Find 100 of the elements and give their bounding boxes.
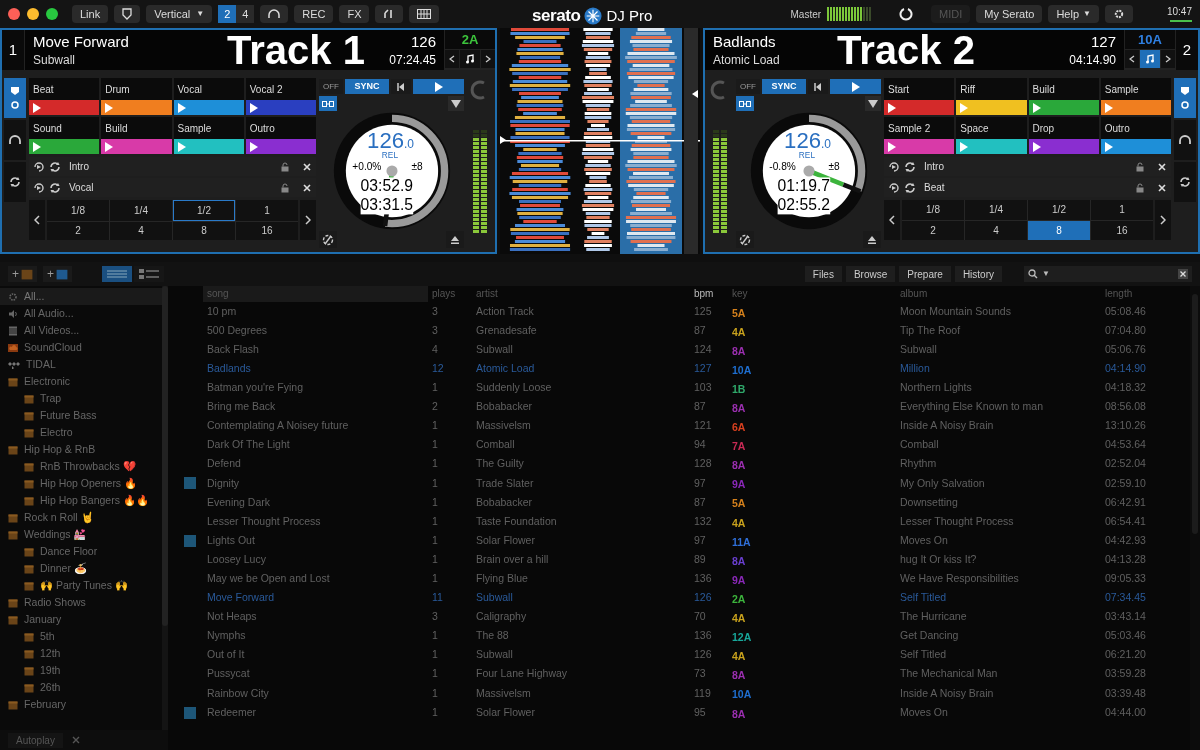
cue-pad[interactable] [29, 100, 100, 115]
loop-size-button[interactable]: 16 [236, 221, 298, 240]
sync-off-button[interactable]: OFF [736, 79, 760, 94]
loop-size-button[interactable]: 1/2 [173, 200, 235, 221]
crate-item[interactable]: TIDAL [0, 356, 162, 373]
sync-button[interactable]: SYNC [345, 79, 389, 94]
crate-item[interactable]: 19th [0, 662, 162, 679]
loop-size-button[interactable]: 16 [1091, 220, 1153, 240]
loop-size-button[interactable]: 1 [236, 200, 298, 221]
cue-pad[interactable] [101, 139, 172, 154]
chevron-left-icon[interactable] [1125, 50, 1139, 68]
add-smart-crate-button[interactable]: + [43, 266, 73, 282]
crate-item[interactable]: All Videos... [0, 322, 162, 339]
list-view-button[interactable] [102, 266, 133, 282]
headphones-cue-button[interactable] [1174, 120, 1196, 160]
crate-item[interactable]: 12th [0, 645, 162, 662]
filter-button[interactable] [448, 96, 464, 111]
crate-item[interactable]: 26th [0, 679, 162, 696]
loop-size-button[interactable]: 1/8 [902, 200, 964, 220]
loop-play-icon[interactable] [888, 181, 900, 194]
crate-item[interactable]: Trap [0, 390, 162, 407]
crate-item[interactable]: Hip Hop & RnB [0, 441, 162, 458]
library-tab[interactable]: Files [804, 266, 842, 282]
crate-item[interactable]: Dance Floor [0, 543, 162, 560]
key-lock-button[interactable] [460, 50, 480, 68]
next-size-button[interactable] [1155, 200, 1171, 240]
crate-item[interactable]: Hip Hop Openers 🔥 [0, 475, 162, 492]
library-tab[interactable]: Prepare [899, 266, 951, 282]
crate-item[interactable]: All... [0, 288, 162, 305]
loop-size-button[interactable]: 1/4 [965, 200, 1027, 220]
shield-button[interactable] [114, 5, 141, 23]
headphones-cue-button[interactable] [4, 120, 26, 160]
scrollbar[interactable] [162, 286, 168, 730]
chevron-left-icon[interactable] [445, 50, 459, 68]
cue-mode-button[interactable] [4, 78, 26, 118]
sampler-button[interactable] [375, 5, 404, 23]
crate-item[interactable]: Dinner 🍝 [0, 560, 162, 577]
chevron-right-icon[interactable] [1161, 50, 1175, 68]
loop-size-button[interactable]: 1/8 [47, 200, 109, 221]
deck-count-button[interactable]: 2 [218, 5, 237, 23]
zoom-button[interactable] [46, 8, 58, 20]
loop-play-icon[interactable] [888, 160, 900, 173]
loop-size-button[interactable]: 4 [965, 220, 1027, 240]
cue-mode-button[interactable] [1174, 78, 1196, 118]
crate-item[interactable]: Weddings 💒 [0, 526, 162, 543]
loop-mode-button[interactable] [1174, 162, 1196, 202]
crate-item[interactable]: Electronic [0, 373, 162, 390]
power-icon[interactable] [899, 7, 914, 21]
crate-item[interactable]: SoundCloud [0, 339, 162, 356]
deck-count-button[interactable]: 4 [236, 5, 255, 23]
rec-button[interactable]: REC [294, 5, 334, 23]
loop-mode-button[interactable] [4, 162, 26, 202]
fx-button[interactable]: FX [339, 5, 370, 23]
sync-button[interactable]: SYNC [762, 79, 806, 94]
close-icon[interactable] [302, 182, 312, 193]
headphones-button[interactable] [260, 5, 289, 23]
cue-button[interactable] [391, 79, 411, 94]
settings-button[interactable] [1104, 5, 1133, 23]
lock-icon[interactable] [1135, 161, 1145, 172]
eject-button[interactable] [863, 231, 881, 248]
minimize-button[interactable] [27, 8, 39, 20]
crate-item[interactable]: Radio Shows [0, 594, 162, 611]
cue-pad[interactable] [245, 100, 316, 115]
column-header[interactable]: bpm [690, 286, 728, 302]
cue-button[interactable] [808, 79, 828, 94]
loop-size-button[interactable]: 1/4 [110, 200, 172, 221]
slip-button[interactable] [319, 231, 337, 248]
link-icon-button[interactable] [736, 96, 754, 111]
search-field[interactable]: ▼ [1024, 266, 1192, 282]
crate-item[interactable]: All Audio... [0, 305, 162, 322]
loop-play-icon[interactable] [33, 160, 45, 173]
crate-item[interactable]: RnB Throwbacks 💔 [0, 458, 162, 475]
crate-item[interactable]: 🙌 Party Tunes 🙌 [0, 577, 162, 594]
lock-icon[interactable] [1135, 182, 1145, 193]
play-button[interactable] [413, 79, 464, 94]
loop-play-icon[interactable] [33, 181, 45, 194]
cue-pad[interactable] [1028, 139, 1099, 154]
loop-size-button[interactable]: 1/2 [1028, 200, 1090, 220]
crate-item[interactable]: Rock n Roll 🤘 [0, 509, 162, 526]
loop-size-button[interactable]: 4 [110, 221, 172, 240]
close-icon[interactable] [1157, 161, 1167, 172]
help-button[interactable]: Help ▼ [1048, 5, 1099, 23]
crate-item[interactable]: 5th [0, 628, 162, 645]
my-serato-button[interactable]: My Serato [976, 5, 1043, 23]
slip-button[interactable] [736, 231, 754, 248]
loop-size-button[interactable]: 2 [47, 221, 109, 240]
clear-icon[interactable] [1178, 269, 1188, 279]
lock-icon[interactable] [280, 161, 290, 172]
library-tab[interactable]: Browse [845, 266, 896, 282]
loop-size-button[interactable]: 8 [173, 221, 235, 240]
eject-button[interactable] [446, 231, 464, 248]
sync-off-button[interactable]: OFF [319, 79, 343, 94]
filter-button[interactable] [865, 96, 881, 111]
previous-size-button[interactable] [29, 200, 45, 240]
crate-item[interactable]: Electro [0, 424, 162, 441]
crate-item[interactable]: January [0, 611, 162, 628]
close-button[interactable] [8, 8, 20, 20]
grid-button[interactable] [409, 5, 440, 23]
loop-size-button[interactable]: 8 [1028, 220, 1090, 240]
close-icon[interactable] [1157, 182, 1167, 193]
